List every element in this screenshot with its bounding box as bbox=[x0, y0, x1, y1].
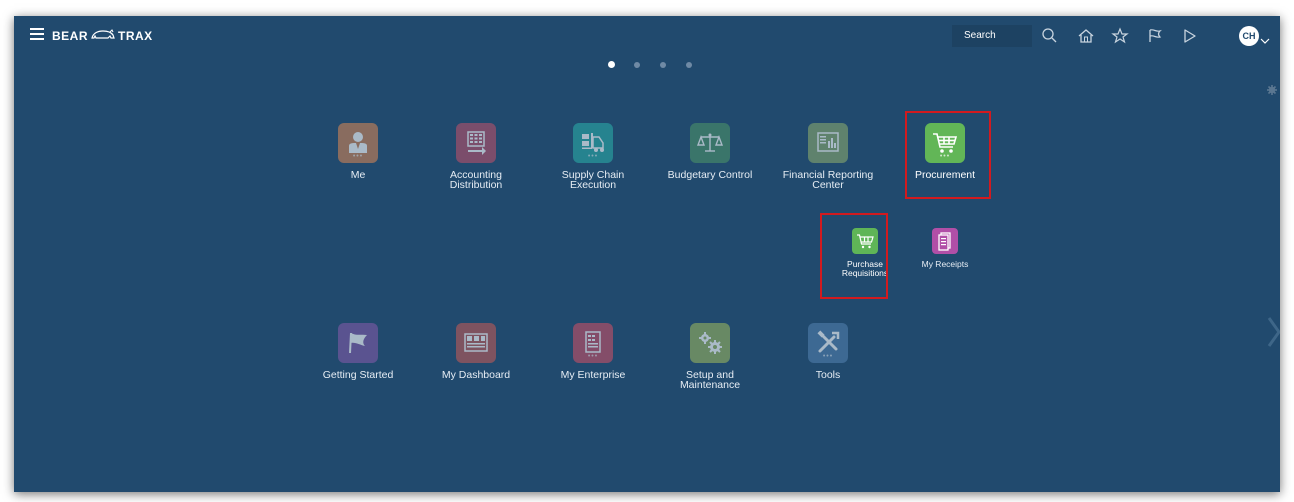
page-indicator bbox=[608, 60, 698, 70]
receipt-icon bbox=[932, 228, 958, 254]
app-tile-accounting-distribution[interactable]: Accounting Distribution bbox=[426, 123, 526, 190]
app-tile-label: Financial Reporting Center bbox=[782, 169, 874, 191]
page-dot-3[interactable] bbox=[660, 62, 666, 68]
page-dot-1[interactable] bbox=[608, 61, 615, 68]
flag-icon bbox=[338, 323, 378, 363]
highlight-procurement bbox=[905, 111, 991, 199]
app-tile-me[interactable]: ••• Me bbox=[308, 123, 408, 180]
home-icon[interactable] bbox=[1076, 26, 1096, 46]
chevron-down-icon[interactable] bbox=[1260, 32, 1270, 50]
global-header: BEAR TRAX Search CH bbox=[14, 16, 1280, 56]
report-icon bbox=[808, 123, 848, 163]
gear-icon[interactable] bbox=[1267, 82, 1277, 100]
next-page-arrow-icon[interactable] bbox=[1267, 316, 1280, 353]
app-tile-my-receipts[interactable]: My Receipts bbox=[895, 228, 995, 269]
user-avatar[interactable]: CH bbox=[1239, 26, 1259, 46]
building-icon: ••• bbox=[573, 323, 613, 363]
app-tile-label: Getting Started bbox=[322, 369, 394, 381]
brand-text-left: BEAR bbox=[52, 29, 89, 43]
app-tile-label: My Receipts bbox=[921, 259, 969, 269]
page-dot-4[interactable] bbox=[686, 62, 692, 68]
ledger-icon bbox=[456, 123, 496, 163]
brand-text-right: TRAX bbox=[118, 29, 153, 43]
notifications-icon[interactable] bbox=[1180, 26, 1200, 46]
app-tile-my-dashboard[interactable]: My Dashboard bbox=[426, 323, 526, 380]
app-tile-label: Accounting Distribution bbox=[449, 169, 503, 191]
forklift-icon: ••• bbox=[573, 123, 613, 163]
app-tile-label: Budgetary Control bbox=[667, 169, 753, 181]
app-tile-tools[interactable]: ••• Tools bbox=[778, 323, 878, 380]
app-tile-setup-and-maintenance[interactable]: Setup and Maintenance bbox=[660, 323, 760, 390]
app-tile-financial-reporting-center[interactable]: Financial Reporting Center bbox=[778, 123, 878, 190]
app-tile-supply-chain-execution[interactable]: ••• Supply Chain Execution bbox=[543, 123, 643, 190]
app-tile-my-enterprise[interactable]: ••• My Enterprise bbox=[543, 323, 643, 380]
scale-icon bbox=[690, 123, 730, 163]
person-icon: ••• bbox=[338, 123, 378, 163]
bear-logo-icon bbox=[90, 28, 116, 45]
app-tile-label: Setup and Maintenance bbox=[679, 369, 741, 391]
app-tile-label: Supply Chain Execution bbox=[561, 169, 625, 191]
highlight-purchase-requisitions bbox=[820, 213, 888, 299]
app-tile-label: Tools bbox=[815, 369, 841, 381]
brand-logo[interactable]: BEAR TRAX bbox=[52, 27, 153, 45]
search-icon[interactable] bbox=[1040, 26, 1060, 46]
tools-icon: ••• bbox=[808, 323, 848, 363]
watchlist-flag-icon[interactable] bbox=[1145, 26, 1165, 46]
gears-icon bbox=[690, 323, 730, 363]
dashboard-icon bbox=[456, 323, 496, 363]
page-dot-2[interactable] bbox=[634, 62, 640, 68]
app-window: BEAR TRAX Search CH ••• Me Accounting Di… bbox=[14, 16, 1280, 492]
app-tile-label: My Enterprise bbox=[560, 369, 626, 381]
app-tile-label: My Dashboard bbox=[441, 369, 511, 381]
app-tile-label: Me bbox=[350, 169, 366, 181]
app-tile-getting-started[interactable]: Getting Started bbox=[308, 323, 408, 380]
navigator-menu-icon[interactable] bbox=[30, 28, 44, 40]
search-input[interactable]: Search bbox=[952, 25, 1032, 47]
favorites-star-icon[interactable] bbox=[1110, 26, 1130, 46]
app-tile-budgetary-control[interactable]: Budgetary Control bbox=[660, 123, 760, 180]
